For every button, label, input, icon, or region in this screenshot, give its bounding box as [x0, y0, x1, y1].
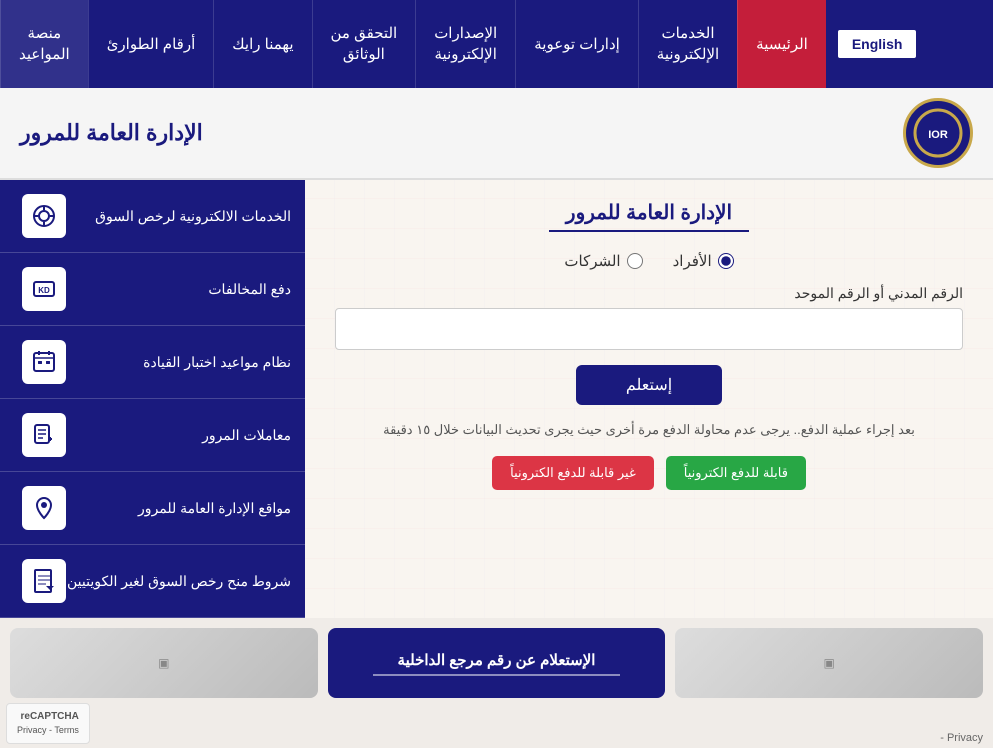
info-text: بعد إجراء عملية الدفع.. يرجى عدم محاولة … — [335, 420, 963, 441]
navigation: English الرئيسية الخدمات الإلكترونية إدا… — [0, 0, 993, 88]
payment-btn-eligible[interactable]: قابلة للدفع الكترونياً — [666, 456, 806, 490]
sidebar-item-conditions[interactable]: شروط منح رخص السوق لغير الكويتيين — [0, 545, 305, 618]
sidebar-icon-transactions — [22, 413, 66, 457]
sidebar-item-pay-violations[interactable]: دفع المخالفات KD — [0, 253, 305, 326]
main-content: الإدارة العامة للمرور الأفراد الشركات ال… — [0, 180, 993, 618]
sidebar-item-transactions[interactable]: معاملات المرور — [0, 399, 305, 472]
radio-companies[interactable] — [627, 253, 643, 269]
nav-item-feedback[interactable]: يهمنا رايك — [213, 0, 311, 88]
svg-text:IOR: IOR — [928, 129, 948, 141]
nav-item-awareness[interactable]: إدارات توعوية — [515, 0, 638, 88]
recaptcha-widget: reCAPTCHA Privacy - Terms — [6, 703, 90, 744]
payment-buttons: قابلة للدفع الكترونياً غير قابلة للدفع ا… — [335, 456, 963, 490]
header-logo: IOR — [903, 98, 973, 168]
bottom-card-left: ▣ — [675, 628, 983, 698]
nav-item-issuances[interactable]: الإصدارات الإلكترونية — [415, 0, 515, 88]
form-underline — [549, 230, 749, 232]
sidebar-icon-driving-schedule — [22, 340, 66, 384]
nav-item-home[interactable]: الرئيسية — [737, 0, 826, 88]
page-header: IOR الإدارة العامة للمرور — [0, 88, 993, 180]
english-button[interactable]: English — [836, 28, 919, 60]
footer-privacy: Privacy - — [940, 732, 983, 744]
form-title: الإدارة العامة للمرور — [335, 200, 963, 225]
field-label: الرقم المدني أو الرقم الموحد — [335, 285, 963, 302]
radio-companies-label[interactable]: الشركات — [564, 252, 642, 270]
bottom-card-right: ▣ — [10, 628, 318, 698]
footer-area: reCAPTCHA Privacy - Terms Privacy - — [0, 708, 993, 748]
sidebar: الخدمات الالكترونية لرخص السوق دفع المخا… — [0, 180, 305, 618]
nav-item-emergency[interactable]: أرقام الطوارئ — [88, 0, 214, 88]
sidebar-item-vehicle-license[interactable]: الخدمات الالكترونية لرخص السوق — [0, 180, 305, 253]
payment-btn-ineligible[interactable]: غير قابلة للدفع الكترونياً — [492, 456, 654, 490]
sidebar-item-locations[interactable]: مواقع الإدارة العامة للمرور — [0, 472, 305, 545]
bottom-card-center[interactable]: الإستعلام عن رقم مرجع الداخلية — [328, 628, 666, 698]
bottom-card-left-placeholder: ▣ — [824, 656, 835, 670]
submit-button[interactable]: إستعلم — [576, 365, 722, 405]
nav-item-verify[interactable]: التحقق من الوثائق — [312, 0, 416, 88]
radio-group: الأفراد الشركات — [335, 252, 963, 270]
form-area: الإدارة العامة للمرور الأفراد الشركات ال… — [305, 180, 993, 618]
civil-number-input[interactable] — [335, 308, 963, 350]
sidebar-item-driving-schedule[interactable]: نظام مواعيد اختبار القيادة — [0, 326, 305, 399]
radio-individuals-label[interactable]: الأفراد — [673, 252, 734, 270]
sidebar-icon-pay-violations: KD — [22, 267, 66, 311]
svg-text:KD: KD — [38, 286, 50, 295]
radio-individuals[interactable] — [718, 253, 734, 269]
bottom-card-right-placeholder: ▣ — [158, 656, 169, 670]
sidebar-icon-conditions — [22, 559, 66, 603]
bottom-card-center-divider — [373, 674, 619, 676]
nav-item-platform[interactable]: منصة المواعيد — [0, 0, 88, 88]
bottom-card-center-title: الإستعلام عن رقم مرجع الداخلية — [398, 651, 596, 669]
sidebar-icon-vehicle-license — [22, 194, 66, 238]
page-header-title: الإدارة العامة للمرور — [20, 120, 203, 146]
nav-item-eservices[interactable]: الخدمات الإلكترونية — [638, 0, 737, 88]
bottom-section: ▣ الإستعلام عن رقم مرجع الداخلية ▣ — [0, 618, 993, 708]
sidebar-icon-locations — [22, 486, 66, 530]
